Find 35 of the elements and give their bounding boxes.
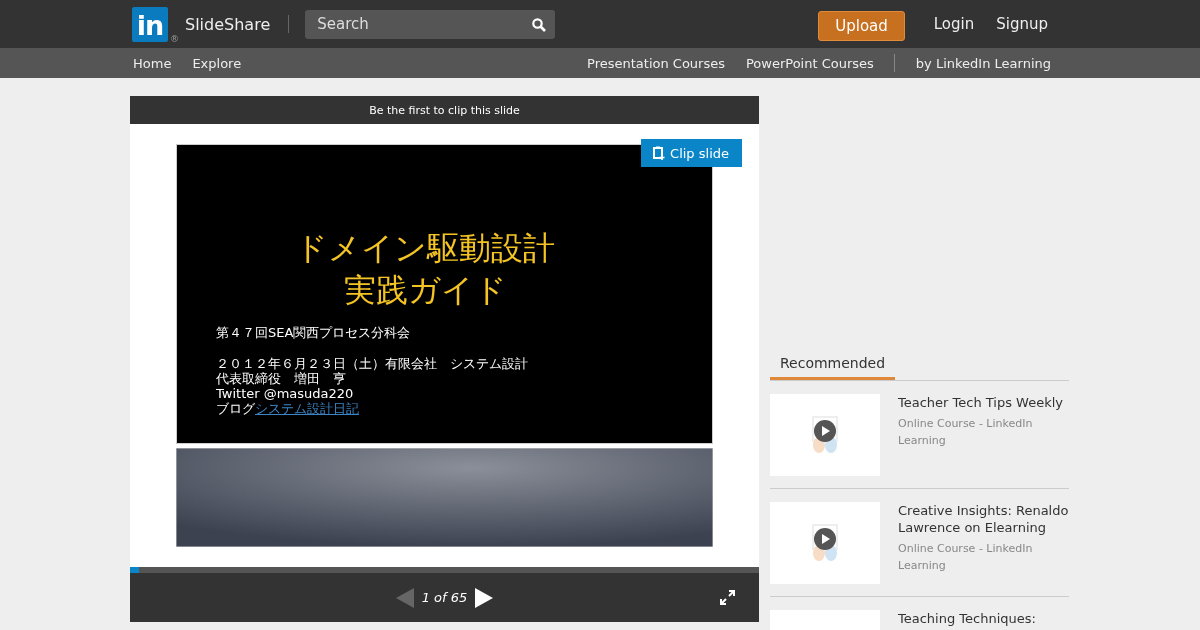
slide-title: 実践ガイド [342,270,508,311]
course-subtitle: Online Course - LinkedIn Learning [898,416,1034,449]
course-title[interactable]: Teaching Techniques: [898,610,1036,627]
next-arrow-icon[interactable] [475,587,494,608]
slide-text: 第４７回SEA関西プロセス分科会 [216,325,412,340]
logo-mark[interactable]: in [132,6,168,42]
course-title[interactable]: Teacher Tech Tips Weekly [898,394,1069,411]
nav-link[interactable]: Home [133,55,172,71]
nav-link[interactable]: Explore [192,55,242,71]
search-field[interactable]: Search [305,9,556,39]
slide-text: 代表取締役 増田 亨 [216,371,347,386]
page-counter: 1 of 65 [421,590,468,605]
fullscreen-icon[interactable] [720,590,735,605]
header-link[interactable]: Login [933,15,975,33]
course-link[interactable]: PowerPoint Courses [746,55,874,71]
clipboard-icon [653,146,666,160]
recommended-tab[interactable]: Recommended [770,355,896,380]
course-thumbnail[interactable] [770,394,880,476]
blog-link[interactable]: システム設計日記 [255,401,359,416]
upload-button[interactable]: Upload [818,10,905,41]
slide-text: Twitter @masuda220 [216,386,355,401]
brand-name[interactable]: SlideShare [185,14,271,34]
slide-text: ブログ [216,401,255,416]
search-icon[interactable] [532,17,547,32]
slide-title: ドメイン駆動設計 [294,228,556,269]
course-thumbnail[interactable] [770,502,880,584]
registered-mark: ® [170,34,179,44]
course-title[interactable]: Creative Insights: Renaldo Lawrence on Elearning [898,502,1069,536]
partner-link[interactable]: by LinkedIn Learning [915,55,1051,71]
course-subtitle: Online Course - LinkedIn Learning [898,541,1034,574]
clip-slide-button[interactable]: Clip slide [641,139,742,167]
clip-banner: Be the first to clip this slide [130,96,759,124]
slide-text: ２０１２年６月２３日（土）有限会社 システム設計 [216,356,529,371]
header-link[interactable]: Signup [996,15,1048,33]
course-link[interactable]: Presentation Courses [587,55,725,71]
